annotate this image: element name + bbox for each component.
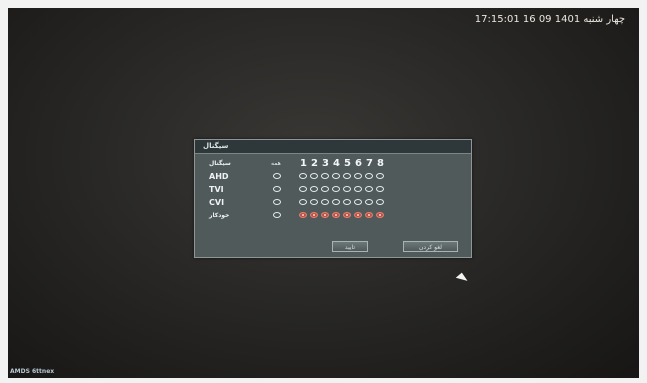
channel-3-radio[interactable]: [321, 199, 329, 205]
all-channels-radio[interactable]: [273, 212, 281, 218]
channel-1-radio[interactable]: [299, 186, 307, 192]
signal-dialog: سیگنال سیگنال همه 1 2 3 4 5 6 7 8 AHD TV…: [194, 139, 472, 258]
signal-row: TVI: [199, 183, 467, 196]
channel-2-radio[interactable]: [310, 212, 318, 218]
channel-6-radio[interactable]: [354, 186, 362, 192]
channel-4-radio[interactable]: [332, 186, 340, 192]
signal-row: AHD: [199, 170, 467, 183]
signal-row: خودکار: [199, 209, 467, 222]
ok-button[interactable]: تایید: [332, 241, 368, 252]
channel-5-radio[interactable]: [343, 186, 351, 192]
channel-1-radio[interactable]: [299, 212, 307, 218]
channel-4-radio[interactable]: [332, 212, 340, 218]
channel-3-radio[interactable]: [321, 186, 329, 192]
channel-7-label: 7: [366, 158, 373, 169]
channel-6-radio[interactable]: [354, 199, 362, 205]
row-label: CVI: [209, 198, 225, 207]
channel-2-radio[interactable]: [310, 199, 318, 205]
channel-6-radio[interactable]: [354, 212, 362, 218]
weekday-label: چهار شنبه: [583, 14, 625, 25]
channel-8-radio[interactable]: [376, 173, 384, 179]
channel-4-radio[interactable]: [332, 199, 340, 205]
channel-6-radio[interactable]: [354, 173, 362, 179]
all-channels-radio[interactable]: [273, 186, 281, 192]
channel-7-radio[interactable]: [365, 173, 373, 179]
channel-7-radio[interactable]: [365, 199, 373, 205]
channel-7-radio[interactable]: [365, 212, 373, 218]
channel-8-radio[interactable]: [376, 199, 384, 205]
dvr-screen: چهار شنبه 1401 09 16 17:15:01 سیگنال سیگ…: [8, 8, 639, 378]
channel-1-label: 1: [300, 158, 307, 169]
channel-5-radio[interactable]: [343, 212, 351, 218]
row-label: خودکار: [209, 212, 230, 219]
channel-8-radio[interactable]: [376, 212, 384, 218]
signal-column-label: سیگنال: [209, 160, 231, 167]
channel-5-radio[interactable]: [343, 173, 351, 179]
row-label: AHD: [209, 172, 229, 181]
channel-1-radio[interactable]: [299, 173, 307, 179]
channel-8-radio[interactable]: [376, 186, 384, 192]
mouse-cursor-icon: [455, 272, 469, 286]
dialog-title: سیگنال: [195, 140, 471, 154]
channel-4-label: 4: [333, 158, 340, 169]
channel-7-radio[interactable]: [365, 186, 373, 192]
signal-grid: سیگنال همه 1 2 3 4 5 6 7 8 AHD TVI CVI خ…: [199, 157, 467, 222]
channel-6-label: 6: [355, 158, 362, 169]
header-row: سیگنال همه 1 2 3 4 5 6 7 8: [199, 157, 467, 170]
channel-8-label: 8: [377, 158, 384, 169]
channel-5-label: 5: [344, 158, 351, 169]
cancel-button[interactable]: لغو کردن: [403, 241, 458, 252]
row-label: TVI: [209, 185, 224, 194]
signal-row: CVI: [199, 196, 467, 209]
channel-4-radio[interactable]: [332, 173, 340, 179]
brand-label: AMDS 6ttnex: [10, 368, 55, 375]
all-channels-radio[interactable]: [273, 173, 281, 179]
all-channels-radio[interactable]: [273, 199, 281, 205]
channel-3-label: 3: [322, 158, 329, 169]
datetime-display: چهار شنبه 1401 09 16 17:15:01: [475, 14, 629, 25]
all-column-label: همه: [271, 160, 281, 167]
channel-3-radio[interactable]: [321, 212, 329, 218]
channel-1-radio[interactable]: [299, 199, 307, 205]
channel-2-radio[interactable]: [310, 173, 318, 179]
channel-5-radio[interactable]: [343, 199, 351, 205]
channel-2-radio[interactable]: [310, 186, 318, 192]
channel-2-label: 2: [311, 158, 318, 169]
datetime-label: 1401 09 16 17:15:01: [474, 14, 581, 25]
channel-3-radio[interactable]: [321, 173, 329, 179]
